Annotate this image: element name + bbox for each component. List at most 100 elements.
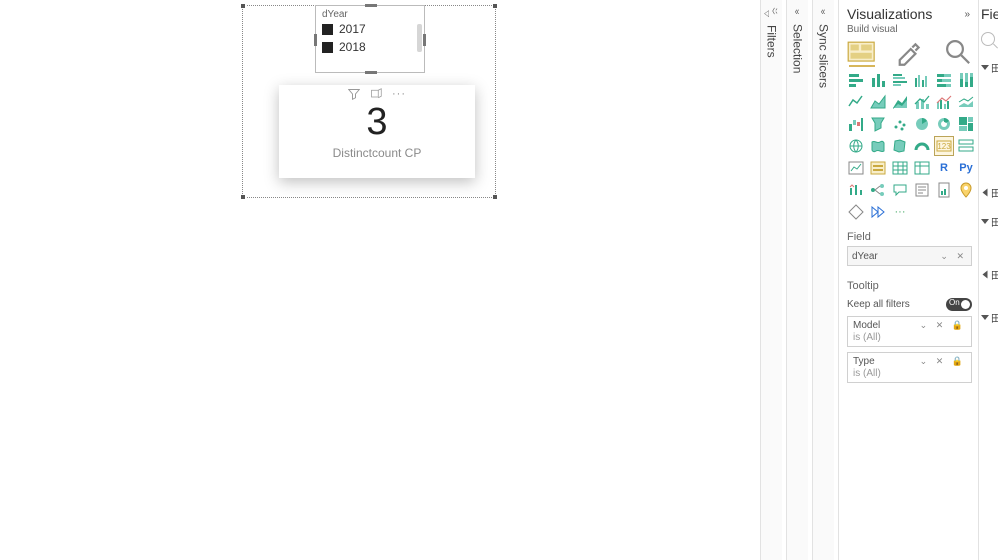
python-visual-icon[interactable]: Py xyxy=(957,159,975,177)
lock-icon[interactable]: 🔒 xyxy=(952,320,966,330)
more-options-icon[interactable]: ··· xyxy=(392,88,406,103)
table-icon[interactable] xyxy=(891,159,909,177)
tooltip-section-label: Tooltip xyxy=(847,280,972,292)
card-visual[interactable]: ··· 3 Distinctcount CP xyxy=(279,85,475,178)
tooltip-field-item[interactable]: Model is (All) ⌄ ✕ 🔒 xyxy=(847,316,972,347)
keep-all-filters-toggle[interactable]: On xyxy=(946,298,972,311)
pie-icon[interactable] xyxy=(913,115,931,133)
map-icon[interactable] xyxy=(847,137,865,155)
slicer-item[interactable]: 2018 xyxy=(316,38,424,56)
filters-pane-collapsed[interactable]: Filters xyxy=(760,0,782,560)
field-section-label: Field xyxy=(847,231,972,243)
resize-handle-e[interactable] xyxy=(423,34,426,46)
search-icon[interactable] xyxy=(981,32,995,46)
stacked-column-icon[interactable] xyxy=(869,71,887,89)
table-group[interactable]: 田 xyxy=(981,185,996,200)
key-influencers-icon[interactable] xyxy=(847,181,865,199)
shape-map-icon[interactable] xyxy=(891,137,909,155)
treemap-icon[interactable] xyxy=(957,115,975,133)
slicer-visual[interactable]: dYear 2017 2018 xyxy=(315,5,425,73)
expand-left-icon[interactable] xyxy=(764,6,779,19)
report-canvas[interactable]: dYear 2017 2018 ··· 3 Distinctcount CP xyxy=(0,0,760,560)
resize-handle-s[interactable] xyxy=(365,71,377,74)
lock-icon[interactable]: 🔒 xyxy=(952,356,966,366)
slicer-item-label: 2017 xyxy=(339,22,366,36)
svg-text:123: 123 xyxy=(937,142,951,151)
chevron-left-icon[interactable]: « xyxy=(821,6,825,18)
smart-narrative-icon[interactable] xyxy=(913,181,931,199)
table-group[interactable]: 田 xyxy=(981,60,996,75)
field-name: dYear xyxy=(852,251,878,262)
tooltip-field-filter: is (All) xyxy=(853,332,881,343)
resize-handle-nw[interactable] xyxy=(240,3,246,9)
clustered-column-icon[interactable] xyxy=(913,71,931,89)
kpi-icon[interactable] xyxy=(847,159,865,177)
resize-handle-sw[interactable] xyxy=(240,194,246,200)
tooltip-field-item[interactable]: Type is (All) ⌄ ✕ 🔒 xyxy=(847,352,972,383)
sync-slicers-pane-collapsed[interactable]: « Sync slicers xyxy=(812,0,834,560)
resize-handle-w[interactable] xyxy=(314,34,317,46)
waterfall-icon[interactable] xyxy=(847,115,865,133)
pane-subhead: Build visual xyxy=(847,24,972,35)
slicer-item-label: 2018 xyxy=(339,40,366,54)
line-chart-icon[interactable] xyxy=(847,93,865,111)
chevron-right-icon[interactable]: » xyxy=(964,9,970,20)
analytics-tab[interactable] xyxy=(944,41,972,63)
donut-icon[interactable] xyxy=(935,115,953,133)
sync-tab-label: Sync slicers xyxy=(817,24,831,88)
fields-title: Fie xyxy=(981,6,996,22)
chevron-down-icon[interactable]: ⌄ xyxy=(920,356,931,366)
more-visuals-icon[interactable]: ··· xyxy=(891,203,909,221)
stacked-column-100-icon[interactable] xyxy=(957,71,975,89)
slicer-title: dYear xyxy=(316,6,424,20)
slicer-item[interactable]: 2017 xyxy=(316,20,424,38)
decomposition-tree-icon[interactable] xyxy=(869,181,887,199)
stacked-bar-icon[interactable] xyxy=(847,71,865,89)
ribbon-chart-icon[interactable] xyxy=(957,93,975,111)
resize-handle-se[interactable] xyxy=(492,194,498,200)
line-clustered-column-icon[interactable] xyxy=(935,93,953,111)
remove-icon[interactable]: ✕ xyxy=(936,320,947,330)
table-group[interactable]: 田 xyxy=(981,267,996,282)
area-chart-icon[interactable] xyxy=(869,93,887,111)
build-visual-tab[interactable] xyxy=(847,41,875,63)
resize-handle-ne[interactable] xyxy=(492,3,498,9)
format-visual-tab[interactable] xyxy=(895,41,923,63)
matrix-icon[interactable] xyxy=(913,159,931,177)
card-icon[interactable]: 123 xyxy=(935,137,953,155)
scrollbar[interactable] xyxy=(417,24,422,52)
resize-handle-n[interactable] xyxy=(365,4,377,7)
funnel-icon[interactable] xyxy=(869,115,887,133)
chevron-right-icon xyxy=(983,189,988,197)
table-group[interactable]: 田 xyxy=(981,310,996,325)
stacked-bar-100-icon[interactable] xyxy=(935,71,953,89)
filter-icon[interactable] xyxy=(348,88,360,103)
filled-map-icon[interactable] xyxy=(869,137,887,155)
slicer-icon[interactable] xyxy=(869,159,887,177)
chevron-left-icon[interactable]: « xyxy=(795,6,799,18)
clustered-bar-icon[interactable] xyxy=(891,71,909,89)
field-well[interactable]: dYear ⌄ ✕ xyxy=(847,246,972,266)
selection-tab-label: Selection xyxy=(791,24,805,73)
table-group[interactable]: 田 xyxy=(981,214,996,229)
arcgis-map-icon[interactable] xyxy=(957,181,975,199)
remove-field-icon[interactable]: ✕ xyxy=(956,251,967,261)
multi-row-card-icon[interactable] xyxy=(957,137,975,155)
qa-visual-icon[interactable] xyxy=(891,181,909,199)
checkbox-checked-icon[interactable] xyxy=(322,24,333,35)
line-stacked-column-icon[interactable] xyxy=(913,93,931,111)
power-apps-icon[interactable] xyxy=(847,203,865,221)
scatter-icon[interactable] xyxy=(891,115,909,133)
chevron-down-icon[interactable]: ⌄ xyxy=(920,320,931,330)
tooltip-field-name: Type xyxy=(853,356,881,367)
stacked-area-icon[interactable] xyxy=(891,93,909,111)
gauge-icon[interactable] xyxy=(913,137,931,155)
paginated-report-icon[interactable] xyxy=(935,181,953,199)
power-automate-icon[interactable] xyxy=(869,203,887,221)
r-visual-icon[interactable]: R xyxy=(935,159,953,177)
visualizations-pane: Visualizations » Build visual xyxy=(838,0,976,560)
chevron-down-icon[interactable]: ⌄ xyxy=(940,251,951,261)
remove-icon[interactable]: ✕ xyxy=(936,356,947,366)
selection-pane-collapsed[interactable]: « Selection xyxy=(786,0,808,560)
checkbox-checked-icon[interactable] xyxy=(322,42,333,53)
